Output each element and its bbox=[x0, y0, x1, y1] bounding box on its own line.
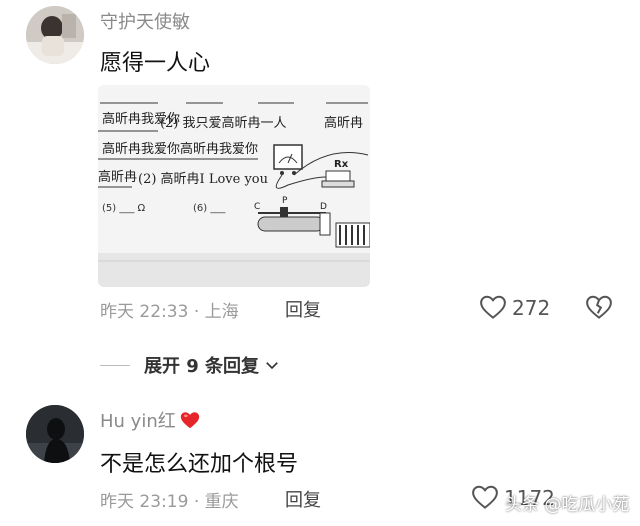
divider-line bbox=[100, 364, 130, 366]
like-count: 272 bbox=[512, 296, 551, 320]
comment-text: 愿得一人心 bbox=[100, 51, 211, 76]
expand-replies-button[interactable]: 展开 9 条回复 bbox=[100, 352, 281, 378]
expand-replies-label: 展开 9 条回复 bbox=[144, 356, 260, 377]
comment-time: 昨天 23:19 bbox=[100, 492, 189, 512]
red-heart-emoji bbox=[179, 409, 201, 431]
comment-text: 不是怎么还加个根号 bbox=[100, 452, 299, 477]
heart-outline-icon[interactable] bbox=[478, 292, 508, 322]
watermark: 头条 @吃瓜小苑 bbox=[505, 495, 630, 515]
broken-heart-icon[interactable] bbox=[584, 292, 614, 322]
blank-label: (5) ___ Ω bbox=[102, 203, 146, 214]
handwriting-line: 高昕冉我爱你高昕冉我爱你 bbox=[102, 141, 258, 157]
comment-location: 重庆 bbox=[204, 492, 239, 512]
meta-separator: · bbox=[193, 302, 200, 322]
chevron-down-icon bbox=[263, 356, 281, 374]
rx-label: Rx bbox=[334, 159, 349, 170]
reply-button[interactable]: 回复 bbox=[285, 486, 321, 512]
avatar[interactable] bbox=[26, 6, 84, 64]
handwriting-line: 高昕冉 bbox=[324, 115, 363, 131]
comment-time: 昨天 22:33 bbox=[100, 302, 189, 322]
username-row: Hu yin红 bbox=[100, 407, 201, 433]
handwriting-line: 高昕冉 bbox=[98, 169, 137, 185]
label-d: D bbox=[320, 202, 327, 212]
label-p: P bbox=[282, 196, 288, 206]
attachment-image[interactable]: 高昕冉我爱你 (2) 我只爱高昕冉一人 高昕冉 高昕冉我爱你高昕冉我爱你 高昕冉… bbox=[98, 85, 370, 287]
comment-meta: 昨天 22:33 · 上海 bbox=[100, 297, 239, 322]
reply-button[interactable]: 回复 bbox=[285, 296, 321, 322]
heart-outline-icon[interactable] bbox=[470, 482, 500, 512]
label-c: C bbox=[254, 202, 260, 212]
handwriting-line: (2) 高昕冉I Love you bbox=[138, 171, 268, 187]
avatar[interactable] bbox=[26, 405, 84, 463]
username[interactable]: 守护天使敏 bbox=[100, 8, 190, 34]
blank-label: (6) ___ bbox=[193, 203, 226, 214]
comment-location: 上海 bbox=[204, 302, 239, 322]
handwriting-line: (2) 我只爱高昕冉一人 bbox=[160, 115, 287, 131]
meta-separator: · bbox=[193, 492, 200, 512]
comment-meta: 昨天 23:19 · 重庆 bbox=[100, 487, 239, 512]
username[interactable]: Hu yin红 bbox=[100, 407, 176, 433]
